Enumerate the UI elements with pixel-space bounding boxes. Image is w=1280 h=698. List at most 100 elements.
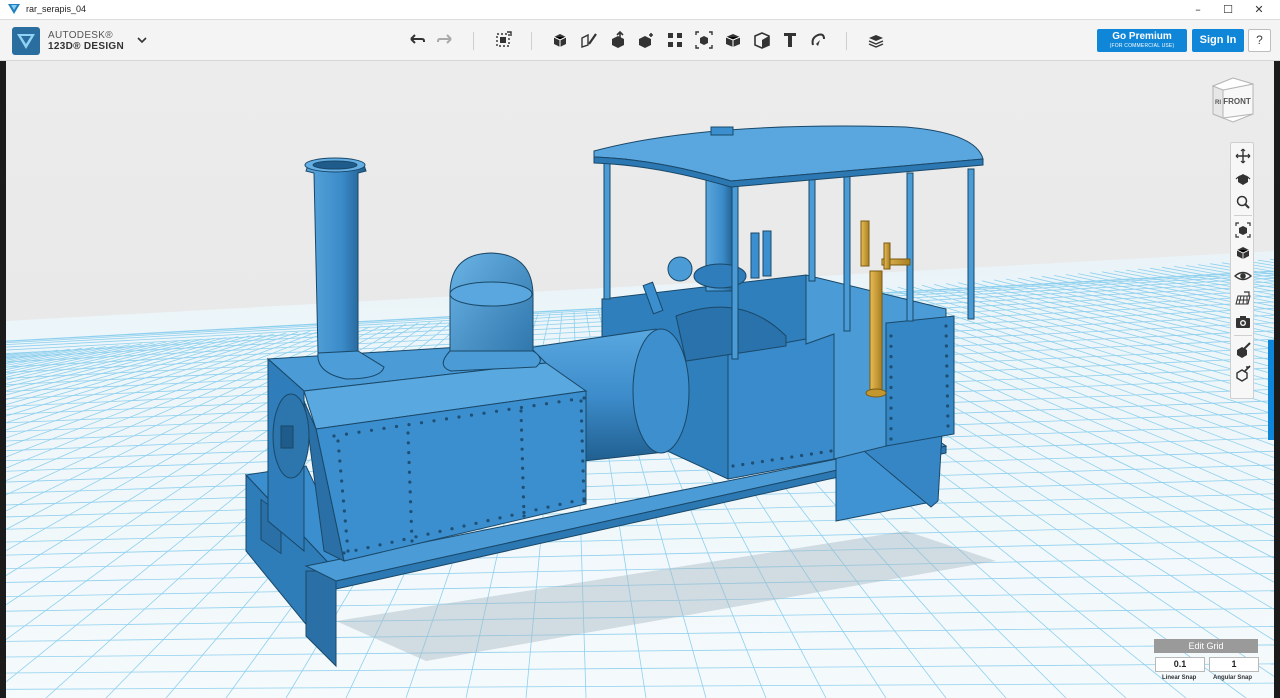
orbit-icon[interactable]	[1234, 170, 1252, 188]
rivet	[889, 355, 893, 359]
rivet	[557, 400, 561, 404]
text-icon[interactable]	[780, 30, 800, 50]
view-mode-icon[interactable]	[1234, 244, 1252, 262]
rivet	[402, 537, 406, 542]
rivet	[457, 415, 461, 419]
rivet	[946, 424, 950, 428]
rivet	[507, 407, 511, 411]
rivet	[889, 344, 893, 348]
rivet	[414, 535, 418, 539]
rivet	[342, 551, 346, 555]
rivet	[582, 489, 586, 493]
chevron-down-icon[interactable]	[136, 34, 148, 46]
rivet	[426, 532, 430, 536]
brand-line-2: 123D® DESIGN	[48, 41, 124, 52]
rivet	[409, 519, 413, 523]
rivet	[800, 453, 804, 458]
nav-separator	[1234, 335, 1252, 336]
edit-grid-button[interactable]: Edit Grid	[1154, 639, 1258, 653]
rivet	[819, 450, 823, 455]
outline-icon[interactable]	[1234, 364, 1252, 382]
zoom-icon[interactable]	[1234, 193, 1252, 211]
view-cube[interactable]: FRONT RI	[1207, 74, 1259, 126]
scene-canvas[interactable]	[6, 61, 1274, 698]
rivet	[519, 409, 523, 413]
rivet	[889, 396, 893, 400]
rivet	[522, 504, 526, 509]
linear-snap-label: Linear Snap	[1162, 675, 1197, 681]
rivet	[474, 521, 478, 525]
combine-icon[interactable]	[723, 30, 743, 50]
main-toolbar: AUTODESK® 123D® DESIGN Go Premium (FOR C…	[0, 20, 1280, 61]
transform-icon[interactable]	[493, 30, 513, 50]
primitives-icon[interactable]	[550, 30, 570, 50]
material-icon[interactable]	[1234, 341, 1252, 359]
rivet	[570, 500, 574, 504]
rivet	[469, 413, 474, 417]
sketch-icon[interactable]	[579, 30, 599, 50]
modify-icon[interactable]	[636, 30, 656, 50]
rivet	[519, 428, 524, 432]
sign-in-button[interactable]: Sign In	[1192, 29, 1244, 52]
close-button[interactable]: ✕	[1243, 0, 1275, 20]
snap-icon[interactable]	[808, 30, 828, 50]
rivet	[344, 529, 348, 533]
maximize-button[interactable]: ☐	[1212, 0, 1244, 20]
undo-icon[interactable]	[407, 30, 427, 50]
group-icon[interactable]	[694, 30, 714, 50]
pan-icon[interactable]	[1234, 147, 1252, 165]
rivet	[751, 461, 755, 465]
help-button[interactable]: ?	[1248, 29, 1271, 52]
rivet	[889, 365, 893, 369]
rivet	[369, 428, 374, 432]
fit-icon[interactable]	[1234, 221, 1252, 239]
rivet	[378, 543, 382, 547]
rivet	[341, 499, 346, 503]
measure-icon[interactable]	[752, 30, 772, 50]
rivet	[462, 524, 466, 528]
rivet	[522, 514, 526, 518]
rivet	[344, 432, 349, 436]
grid-icon[interactable]	[1234, 290, 1252, 308]
angular-snap-input[interactable]: 1	[1209, 657, 1259, 672]
rivet	[406, 431, 410, 435]
rivet	[945, 384, 949, 388]
rivet	[581, 469, 585, 473]
linear-snap-input[interactable]: 0.1	[1155, 657, 1205, 672]
rivet	[409, 509, 413, 514]
go-premium-button[interactable]: Go Premium (FOR COMMERCIAL USE)	[1097, 29, 1187, 52]
rivet	[336, 439, 340, 443]
visibility-icon[interactable]	[1234, 267, 1252, 285]
rivet	[419, 421, 424, 425]
rivet	[581, 459, 585, 463]
rivet	[770, 458, 774, 462]
rivet	[408, 500, 413, 504]
pattern-icon[interactable]	[665, 30, 685, 50]
construct-icon[interactable]	[608, 30, 628, 50]
rivet	[889, 437, 893, 441]
123d-logo-icon[interactable]	[12, 27, 40, 55]
rivet	[345, 539, 349, 543]
rivet	[332, 434, 336, 438]
rivet	[582, 396, 586, 400]
rivet	[521, 476, 525, 480]
rivet	[731, 464, 735, 468]
side-panel-tab[interactable]	[1268, 340, 1274, 440]
material-icon[interactable]	[866, 30, 886, 50]
minimize-button[interactable]: –	[1182, 0, 1214, 20]
rivet	[366, 546, 370, 550]
app-logo-icon	[8, 4, 20, 14]
rivet	[519, 418, 523, 423]
3d-viewport[interactable]: FRONT RI	[6, 61, 1274, 698]
redo-icon[interactable]	[435, 30, 455, 50]
camera-icon[interactable]	[1234, 313, 1252, 331]
rivet	[337, 449, 341, 453]
rivet	[580, 449, 585, 453]
rivet	[889, 375, 893, 379]
rivet	[519, 405, 524, 410]
rivet	[520, 447, 524, 451]
rivet	[486, 519, 490, 523]
rivet	[582, 499, 586, 503]
toolbar-separator	[531, 32, 532, 50]
rivet	[390, 540, 394, 544]
